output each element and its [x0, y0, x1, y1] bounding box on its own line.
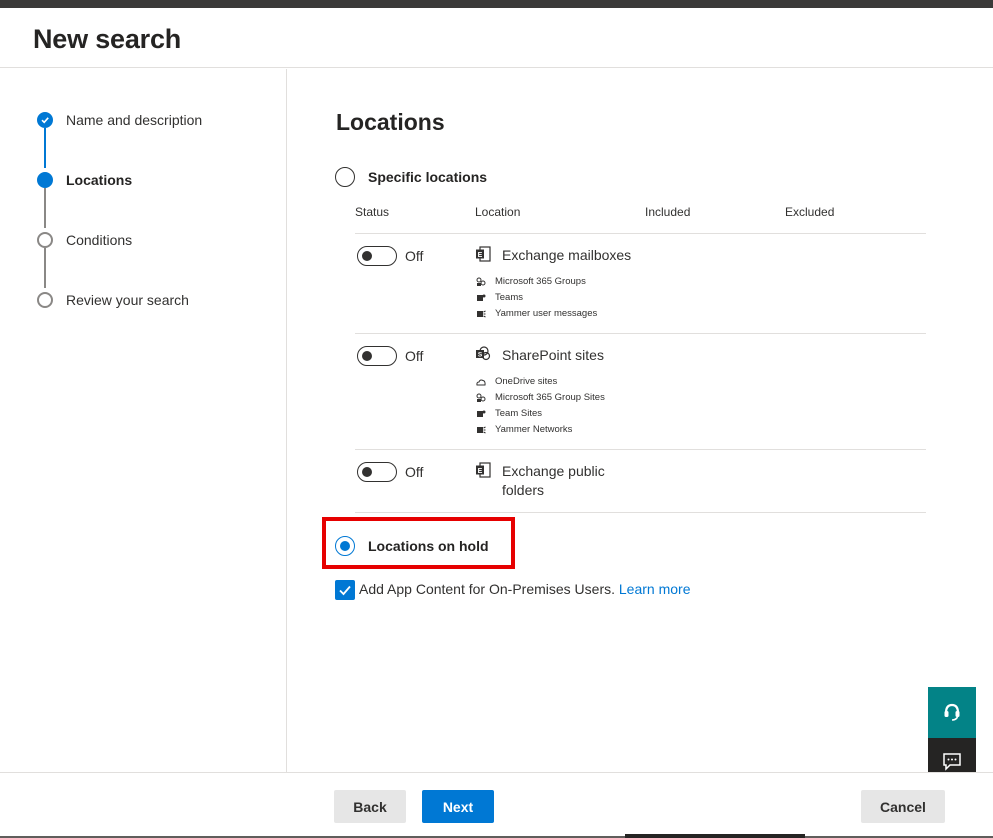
svg-text:E: E	[478, 252, 483, 259]
column-header-location: Location	[475, 205, 521, 219]
specific-locations-radio[interactable]	[335, 167, 355, 187]
wizard-steps: Name and description Locations Condition…	[0, 69, 287, 772]
app-content-checkbox[interactable]	[335, 580, 355, 600]
step-connector	[44, 188, 46, 228]
step-connector	[44, 248, 46, 288]
step-label: Review your search	[66, 292, 189, 308]
exchange-public-folders-toggle[interactable]	[357, 462, 397, 482]
location-title-line2: folders	[502, 482, 545, 498]
page-header: New search	[0, 8, 993, 68]
headset-icon	[944, 703, 960, 721]
locations-on-hold-label: Locations on hold	[368, 538, 489, 554]
svg-text:E: E	[478, 468, 483, 475]
location-title-line1: Exchange public	[502, 463, 605, 479]
toggle-state-label: Off	[405, 248, 424, 264]
toggle-state-label: Off	[405, 464, 424, 480]
bottom-bar-segment	[625, 834, 805, 838]
step-pending-icon	[37, 292, 53, 308]
row-divider	[355, 333, 926, 334]
groups-icon	[476, 393, 486, 402]
step-label: Name and description	[66, 112, 203, 128]
step-done-check-icon	[37, 112, 53, 128]
help-button[interactable]	[928, 687, 976, 738]
top-bar	[0, 0, 993, 8]
sub-location-label: OneDrive sites	[495, 376, 558, 387]
sub-location-label: Teams	[495, 292, 523, 303]
teams-icon	[477, 294, 486, 301]
groups-icon	[476, 277, 486, 286]
page-title: New search	[33, 24, 182, 54]
column-header-included: Included	[645, 205, 691, 219]
learn-more-link[interactable]: Learn more	[619, 581, 691, 597]
step-conditions[interactable]: Conditions	[37, 230, 132, 250]
step-name-description[interactable]: Name and description	[37, 110, 202, 130]
cancel-button[interactable]: Cancel	[861, 790, 945, 823]
column-header-status: Status	[355, 205, 390, 219]
exchange-icon: E	[476, 246, 491, 262]
step-label: Locations	[66, 172, 133, 188]
exchange-mailboxes-toggle[interactable]	[357, 246, 397, 266]
next-button[interactable]: Next	[422, 790, 494, 823]
sub-location-label: Microsoft 365 Groups	[495, 276, 586, 287]
sub-location-label: Team Sites	[495, 408, 542, 419]
sub-location-label: Microsoft 365 Group Sites	[495, 392, 605, 403]
row-divider	[355, 233, 926, 234]
yammer-icon	[477, 426, 486, 434]
sub-location-label: Yammer Networks	[495, 424, 573, 435]
svg-text:S: S	[478, 352, 483, 359]
wizard-footer: Back Next Cancel	[0, 772, 993, 838]
checkmark-icon	[339, 585, 351, 596]
onedrive-icon	[476, 379, 486, 386]
exchange-icon: E	[476, 462, 491, 478]
step-label: Conditions	[66, 232, 133, 248]
main-panel: Locations Specific locations Status Loca…	[288, 69, 993, 772]
column-header-excluded: Excluded	[785, 205, 835, 219]
sharepoint-sites-toggle[interactable]	[357, 346, 397, 366]
locations-on-hold-radio[interactable]	[335, 536, 355, 556]
teams-icon	[477, 410, 486, 417]
step-connector	[44, 128, 46, 168]
step-current-icon	[37, 172, 53, 188]
app-content-text: Add App Content for On-Premises Users.	[359, 581, 615, 597]
location-title: Exchange public folders	[502, 462, 605, 500]
back-button[interactable]: Back	[334, 790, 406, 823]
sub-location-label: Yammer user messages	[495, 308, 598, 319]
row-divider	[355, 512, 926, 513]
sharepoint-icon: S	[476, 346, 491, 361]
location-title: Exchange mailboxes	[502, 247, 632, 263]
location-title: SharePoint sites	[502, 347, 604, 363]
section-heading: Locations	[336, 109, 445, 135]
step-pending-icon	[37, 232, 53, 248]
row-divider	[355, 449, 926, 450]
app-content-label: Add App Content for On-Premises Users. L…	[359, 581, 690, 597]
yammer-icon	[477, 310, 486, 318]
toggle-state-label: Off	[405, 348, 424, 364]
step-review[interactable]: Review your search	[37, 290, 189, 310]
specific-locations-label: Specific locations	[368, 169, 488, 185]
step-locations[interactable]: Locations	[37, 170, 132, 190]
